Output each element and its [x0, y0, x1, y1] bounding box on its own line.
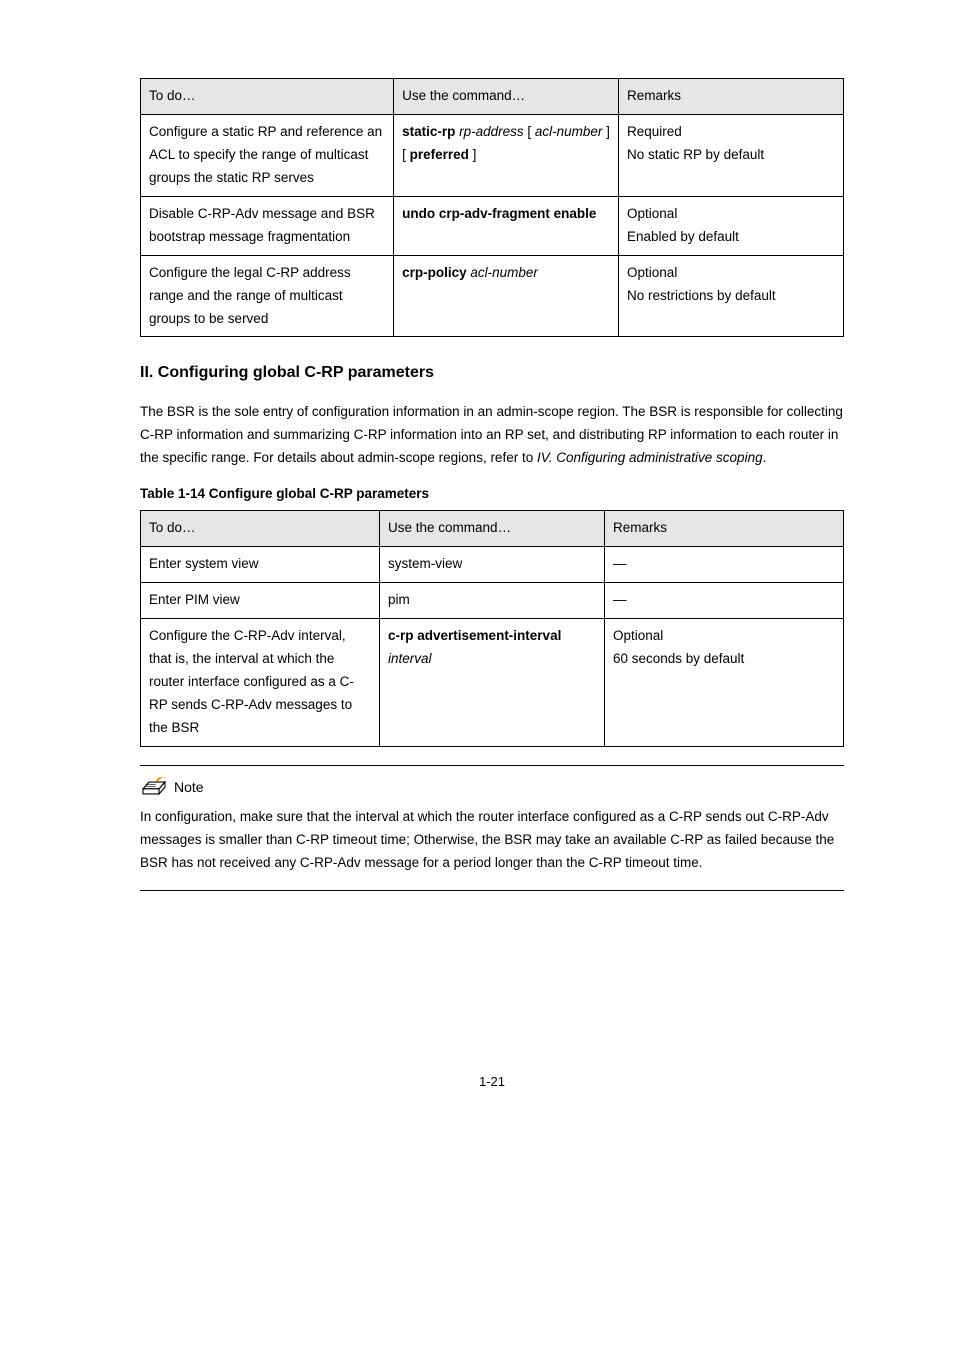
cmd-text: c-rp advertisement-interval	[388, 628, 561, 643]
cell-action: Enter system view	[141, 547, 380, 583]
page: To do… Use the command… Remarks Configur…	[0, 0, 954, 1350]
table-row: Enter system view system-view —	[141, 547, 844, 583]
cell-remarks: —	[604, 547, 843, 583]
cmd-text: undo crp-adv-fragment enable	[402, 206, 596, 221]
page-number: 1-21	[140, 1071, 844, 1093]
table-row: Configure a static RP and reference an A…	[141, 114, 844, 196]
note-callout: Note In configuration, make sure that th…	[140, 765, 844, 892]
cross-reference-link[interactable]: IV. Configuring administrative scoping	[537, 450, 763, 465]
cmd-arg: acl-number	[535, 124, 603, 139]
note-text: In configuration, make sure that the int…	[140, 806, 844, 875]
cmd-arg: rp-address	[459, 124, 524, 139]
paragraph-text: .	[763, 450, 767, 465]
cell-action: Configure the legal C-RP address range a…	[141, 255, 394, 337]
table-row: Enter PIM view pim —	[141, 583, 844, 619]
col-header-action: To do…	[141, 79, 394, 115]
note-header: Note	[140, 776, 844, 800]
section-paragraph: The BSR is the sole entry of configurati…	[140, 401, 844, 470]
note-label: Note	[174, 776, 204, 800]
cmd-arg: interval	[388, 651, 432, 666]
cmd-text: static-rp	[402, 124, 459, 139]
table-header-row: To do… Use the command… Remarks	[141, 511, 844, 547]
note-icon	[140, 777, 168, 799]
cell-command: crp-policy acl-number	[394, 255, 619, 337]
cmd-text: [	[524, 124, 535, 139]
section-heading: II. Configuring global C-RP parameters	[140, 359, 844, 386]
cell-command: static-rp rp-address [ acl-number ] [ pr…	[394, 114, 619, 196]
cmd-arg: acl-number	[470, 265, 538, 280]
cell-remarks: Required No static RP by default	[619, 114, 844, 196]
col-header-remarks: Remarks	[604, 511, 843, 547]
table-row: Disable C-RP-Adv message and BSR bootstr…	[141, 196, 844, 255]
cell-remarks: Optional No restrictions by default	[619, 255, 844, 337]
cell-command: undo crp-adv-fragment enable	[394, 196, 619, 255]
col-header-command: Use the command…	[394, 79, 619, 115]
cell-action: Disable C-RP-Adv message and BSR bootstr…	[141, 196, 394, 255]
cell-remarks: Optional Enabled by default	[619, 196, 844, 255]
cell-action: Configure a static RP and reference an A…	[141, 114, 394, 196]
cell-command: c-rp advertisement-interval interval	[380, 619, 605, 747]
cmd-text: ]	[469, 147, 477, 162]
table-row: Configure the legal C-RP address range a…	[141, 255, 844, 337]
cell-remarks: —	[604, 583, 843, 619]
table-commands-1: To do… Use the command… Remarks Configur…	[140, 78, 844, 337]
cell-action: Enter PIM view	[141, 583, 380, 619]
cmd-text: preferred	[410, 147, 469, 162]
cell-command: system-view	[380, 547, 605, 583]
cell-action: Configure the C-RP-Adv interval, that is…	[141, 619, 380, 747]
cell-remarks: Optional 60 seconds by default	[604, 619, 843, 747]
col-header-remarks: Remarks	[619, 79, 844, 115]
table-caption: Table 1-14 Configure global C-RP paramet…	[140, 483, 844, 506]
table-header-row: To do… Use the command… Remarks	[141, 79, 844, 115]
cell-command: pim	[380, 583, 605, 619]
table-row: Configure the C-RP-Adv interval, that is…	[141, 619, 844, 747]
col-header-action: To do…	[141, 511, 380, 547]
table-commands-2: To do… Use the command… Remarks Enter sy…	[140, 510, 844, 747]
cmd-text: crp-policy	[402, 265, 470, 280]
col-header-command: Use the command…	[380, 511, 605, 547]
